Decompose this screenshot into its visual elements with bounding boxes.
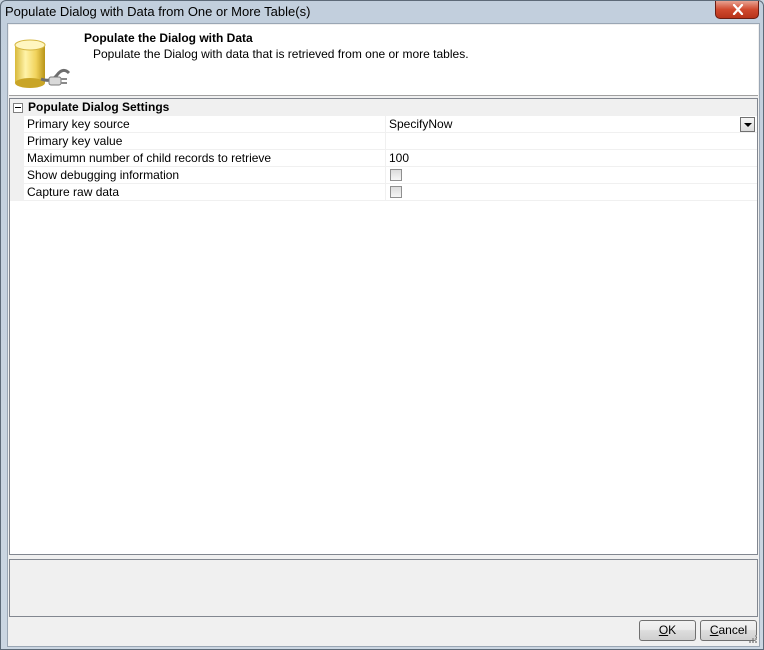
property-row-max-child-records[interactable]: Maximumn number of child records to retr… xyxy=(24,150,757,167)
collapse-icon[interactable] xyxy=(13,103,23,113)
property-value[interactable]: 100 xyxy=(389,151,409,165)
property-row-show-debugging[interactable]: Show debugging information xyxy=(24,167,757,184)
property-row-primary-key-value[interactable]: Primary key value xyxy=(24,133,757,150)
close-button[interactable] xyxy=(715,1,759,19)
property-row-primary-key-source[interactable]: Primary key source SpecifyNow xyxy=(24,116,757,133)
grid-margin xyxy=(10,116,24,201)
column-divider xyxy=(385,184,386,201)
title-bar[interactable]: Populate Dialog with Data from One or Mo… xyxy=(1,1,763,23)
database-plug-icon xyxy=(14,39,71,88)
dialog-window: Populate Dialog with Data from One or Mo… xyxy=(0,0,764,650)
property-name: Maximumn number of child records to retr… xyxy=(27,151,272,165)
property-name: Show debugging information xyxy=(27,168,180,182)
property-name: Primary key source xyxy=(27,117,130,131)
close-icon xyxy=(732,4,744,15)
dialog-client-area: Populate the Dialog with Data Populate t… xyxy=(7,23,760,647)
dialog-header: Populate the Dialog with Data Populate t… xyxy=(9,25,758,96)
resize-grip-icon[interactable] xyxy=(748,634,758,644)
property-row-capture-raw-data[interactable]: Capture raw data xyxy=(24,184,757,201)
column-divider xyxy=(385,150,386,167)
cancel-label-rest: ancel xyxy=(718,623,748,637)
ok-button[interactable]: OK xyxy=(639,620,696,641)
show-debugging-checkbox[interactable] xyxy=(390,169,402,181)
property-value[interactable]: SpecifyNow xyxy=(389,117,452,131)
category-label: Populate Dialog Settings xyxy=(28,100,170,114)
column-divider xyxy=(385,167,386,184)
column-divider xyxy=(385,133,386,150)
column-divider xyxy=(385,116,386,133)
ok-label-rest: K xyxy=(668,623,677,637)
category-row[interactable]: Populate Dialog Settings xyxy=(10,99,757,116)
description-panel xyxy=(9,559,758,617)
header-description: Populate the Dialog with data that is re… xyxy=(93,47,469,61)
property-name: Capture raw data xyxy=(27,185,120,199)
header-title: Populate the Dialog with Data xyxy=(84,31,253,45)
dropdown-arrow-icon[interactable] xyxy=(740,117,755,132)
property-name: Primary key value xyxy=(27,134,123,148)
property-grid: Populate Dialog Settings Primary key sou… xyxy=(9,98,758,555)
capture-raw-data-checkbox[interactable] xyxy=(390,186,402,198)
window-title: Populate Dialog with Data from One or Mo… xyxy=(5,4,311,19)
ok-mnemonic: O xyxy=(658,623,669,637)
